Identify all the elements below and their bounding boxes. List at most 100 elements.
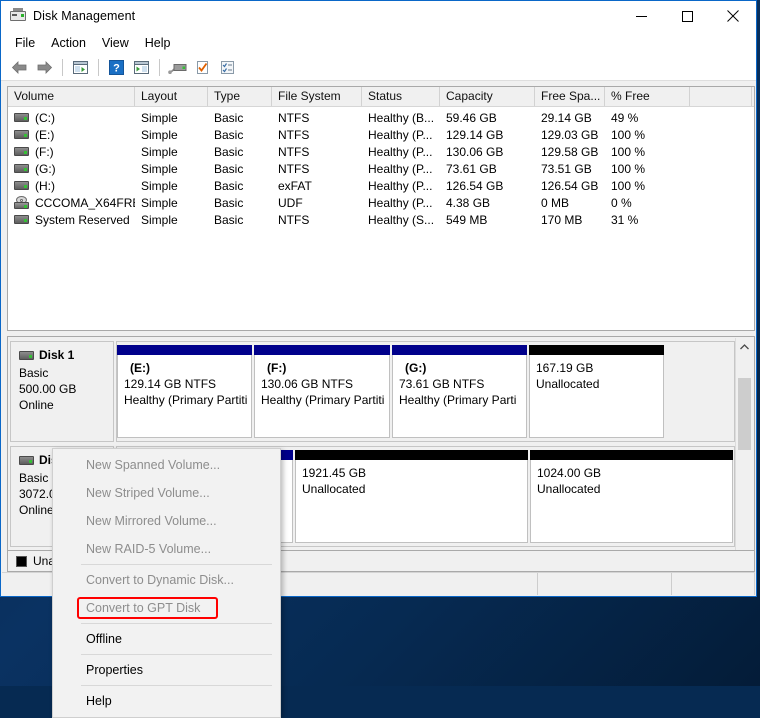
table-row[interactable]: (F:) Simple Basic NTFS Healthy (P... 130.06 G… xyxy=(8,143,754,160)
table-row[interactable]: (H:) Simple Basic exFAT Healthy (P... 126.54 … xyxy=(8,177,754,194)
disk-info-panel[interactable]: Disk 1 Basic 500.00 GB Online xyxy=(10,341,114,442)
drive-icon xyxy=(14,130,29,139)
percent-free-cell: 0 % xyxy=(611,195,632,210)
capacity-cell: 130.06 GB xyxy=(446,144,504,159)
context-menu-item: New Mirrored Volume... xyxy=(86,514,217,528)
status-pane-3 xyxy=(672,573,755,595)
partition-block[interactable]: 167.19 GB Unallocated xyxy=(529,345,664,438)
capacity-cell: 129.14 GB xyxy=(446,127,504,142)
close-button[interactable] xyxy=(710,1,756,31)
partition-label: (E:) xyxy=(130,361,150,375)
partition-status: Unallocated xyxy=(536,377,600,391)
drive-icon xyxy=(14,113,29,122)
partition-block[interactable]: 1024.00 GB Unallocated xyxy=(530,450,733,543)
volume-cell: (F:) xyxy=(8,144,135,160)
type-cell: Basic xyxy=(214,161,244,176)
help-icon[interactable]: ? xyxy=(104,56,128,78)
partition-size-fs: 129.14 GB NTFS xyxy=(124,377,217,391)
partition-size-fs: 1024.00 GB xyxy=(537,466,602,480)
column-header-volume[interactable]: Volume xyxy=(8,87,135,106)
menu-view[interactable]: View xyxy=(94,33,137,53)
disk-state: Online xyxy=(19,398,54,412)
volume-name: System Reserved xyxy=(35,212,130,227)
partition-status: Unallocated xyxy=(537,482,601,496)
free-space-cell: 129.58 GB xyxy=(541,144,599,159)
free-space-cell: 129.03 GB xyxy=(541,127,599,142)
context-menu-item: New Spanned Volume... xyxy=(86,458,221,472)
column-header-layout[interactable]: Layout xyxy=(135,87,208,106)
context-menu-item[interactable]: Offline xyxy=(53,625,280,653)
column-header-capacity[interactable]: Capacity xyxy=(440,87,535,106)
column-header-free-space[interactable]: Free Spa... xyxy=(535,87,605,106)
disk-name: Disk 1 xyxy=(39,348,75,362)
drive-icon xyxy=(14,147,29,156)
volume-list-pane[interactable]: Volume Layout Type File System Status Ca… xyxy=(7,86,755,331)
partition-body: (F:) 130.06 GB NTFS Healthy (Primary Parti… xyxy=(254,355,390,438)
table-row[interactable]: (G:) Simple Basic NTFS Healthy (P... 73.61 GB… xyxy=(8,160,754,177)
disk-title: Disk 1 xyxy=(19,348,113,362)
percent-free-cell: 49 % xyxy=(611,110,639,125)
type-cell: Basic xyxy=(214,127,244,142)
drive-icon xyxy=(14,181,29,190)
context-menu-separator xyxy=(81,623,272,624)
percent-free-cell: 100 % xyxy=(611,161,646,176)
layout-cell: Simple xyxy=(141,127,178,142)
scrollbar-thumb[interactable] xyxy=(738,378,751,450)
menu-action[interactable]: Action xyxy=(43,33,94,53)
status-cell: Healthy (P... xyxy=(368,144,433,159)
minimize-button[interactable] xyxy=(618,1,664,31)
table-row[interactable]: System Reserved Simple Basic NTFS Healthy (S… xyxy=(8,211,754,228)
properties-icon[interactable] xyxy=(190,56,214,78)
maximize-button[interactable] xyxy=(664,1,710,31)
column-header-empty[interactable] xyxy=(690,87,752,106)
column-header-status[interactable]: Status xyxy=(362,87,440,106)
forward-arrow-icon[interactable] xyxy=(32,56,56,78)
partition-block[interactable]: 1921.45 GB Unallocated xyxy=(295,450,528,543)
partition-block[interactable]: (G:) 73.61 GB NTFS Healthy (Primary Parti xyxy=(392,345,527,438)
graphical-view-scrollbar[interactable] xyxy=(735,338,753,563)
list-view-icon[interactable] xyxy=(215,56,239,78)
context-menu-item: New RAID-5 Volume... xyxy=(86,542,212,556)
layout-cell: Simple xyxy=(141,195,178,210)
partition-block[interactable]: (E:) 129.14 GB NTFS Healthy (Primary Parti… xyxy=(117,345,252,438)
percent-free-cell: 100 % xyxy=(611,127,646,142)
menu-help[interactable]: Help xyxy=(137,33,179,53)
column-header-file-system[interactable]: File System xyxy=(272,87,362,106)
scroll-up-icon[interactable] xyxy=(736,338,753,355)
partition-body: 167.19 GB Unallocated xyxy=(529,355,664,438)
disk-size: 500.00 GB xyxy=(19,382,77,396)
show-hide-action-pane-icon[interactable] xyxy=(129,56,153,78)
toolbar-separator xyxy=(98,58,99,76)
context-menu-item[interactable]: Help xyxy=(53,687,280,715)
rescan-disks-icon[interactable] xyxy=(165,56,189,78)
volume-list-rows: (C:) Simple Basic NTFS Healthy (B... 59.46 GB… xyxy=(8,107,754,228)
menu-file[interactable]: File xyxy=(7,33,43,53)
status-cell: Healthy (P... xyxy=(368,161,433,176)
partition-status: Unallocated xyxy=(302,482,366,496)
file-system-cell: NTFS xyxy=(278,212,310,227)
file-system-cell: UDF xyxy=(278,195,303,210)
partition-size-fs: 167.19 GB xyxy=(536,361,594,375)
free-space-cell: 0 MB xyxy=(541,195,570,210)
partition-block[interactable]: (F:) 130.06 GB NTFS Healthy (Primary Parti… xyxy=(254,345,390,438)
layout-cell: Simple xyxy=(141,212,178,227)
toolbar-separator xyxy=(159,58,160,76)
partition-capacity-bar xyxy=(117,345,252,355)
table-row[interactable]: (E:) Simple Basic NTFS Healthy (P... 129.14 G… xyxy=(8,126,754,143)
percent-free-cell: 100 % xyxy=(611,178,646,193)
type-cell: Basic xyxy=(214,195,244,210)
column-header-type[interactable]: Type xyxy=(208,87,272,106)
table-row[interactable]: CCCOMA_X64FRE... Simple Basic UDF Healthy (P… xyxy=(8,194,754,211)
context-menu-item[interactable]: Properties xyxy=(53,656,280,684)
disk-context-menu[interactable]: New Spanned Volume... New Striped Volume.… xyxy=(52,448,281,718)
table-row[interactable]: (C:) Simple Basic NTFS Healthy (B... 59.46 GB… xyxy=(8,109,754,126)
type-cell: Basic xyxy=(214,178,244,193)
show-hide-console-tree-icon[interactable] xyxy=(68,56,92,78)
menu-bar: File Action View Help xyxy=(1,31,756,54)
free-space-cell: 170 MB xyxy=(541,212,583,227)
partition-capacity-bar xyxy=(254,345,390,355)
column-header-percent-free[interactable]: % Free xyxy=(605,87,690,106)
back-arrow-icon[interactable] xyxy=(7,56,31,78)
partition-capacity-bar xyxy=(529,345,664,355)
unallocated-swatch xyxy=(16,555,27,567)
